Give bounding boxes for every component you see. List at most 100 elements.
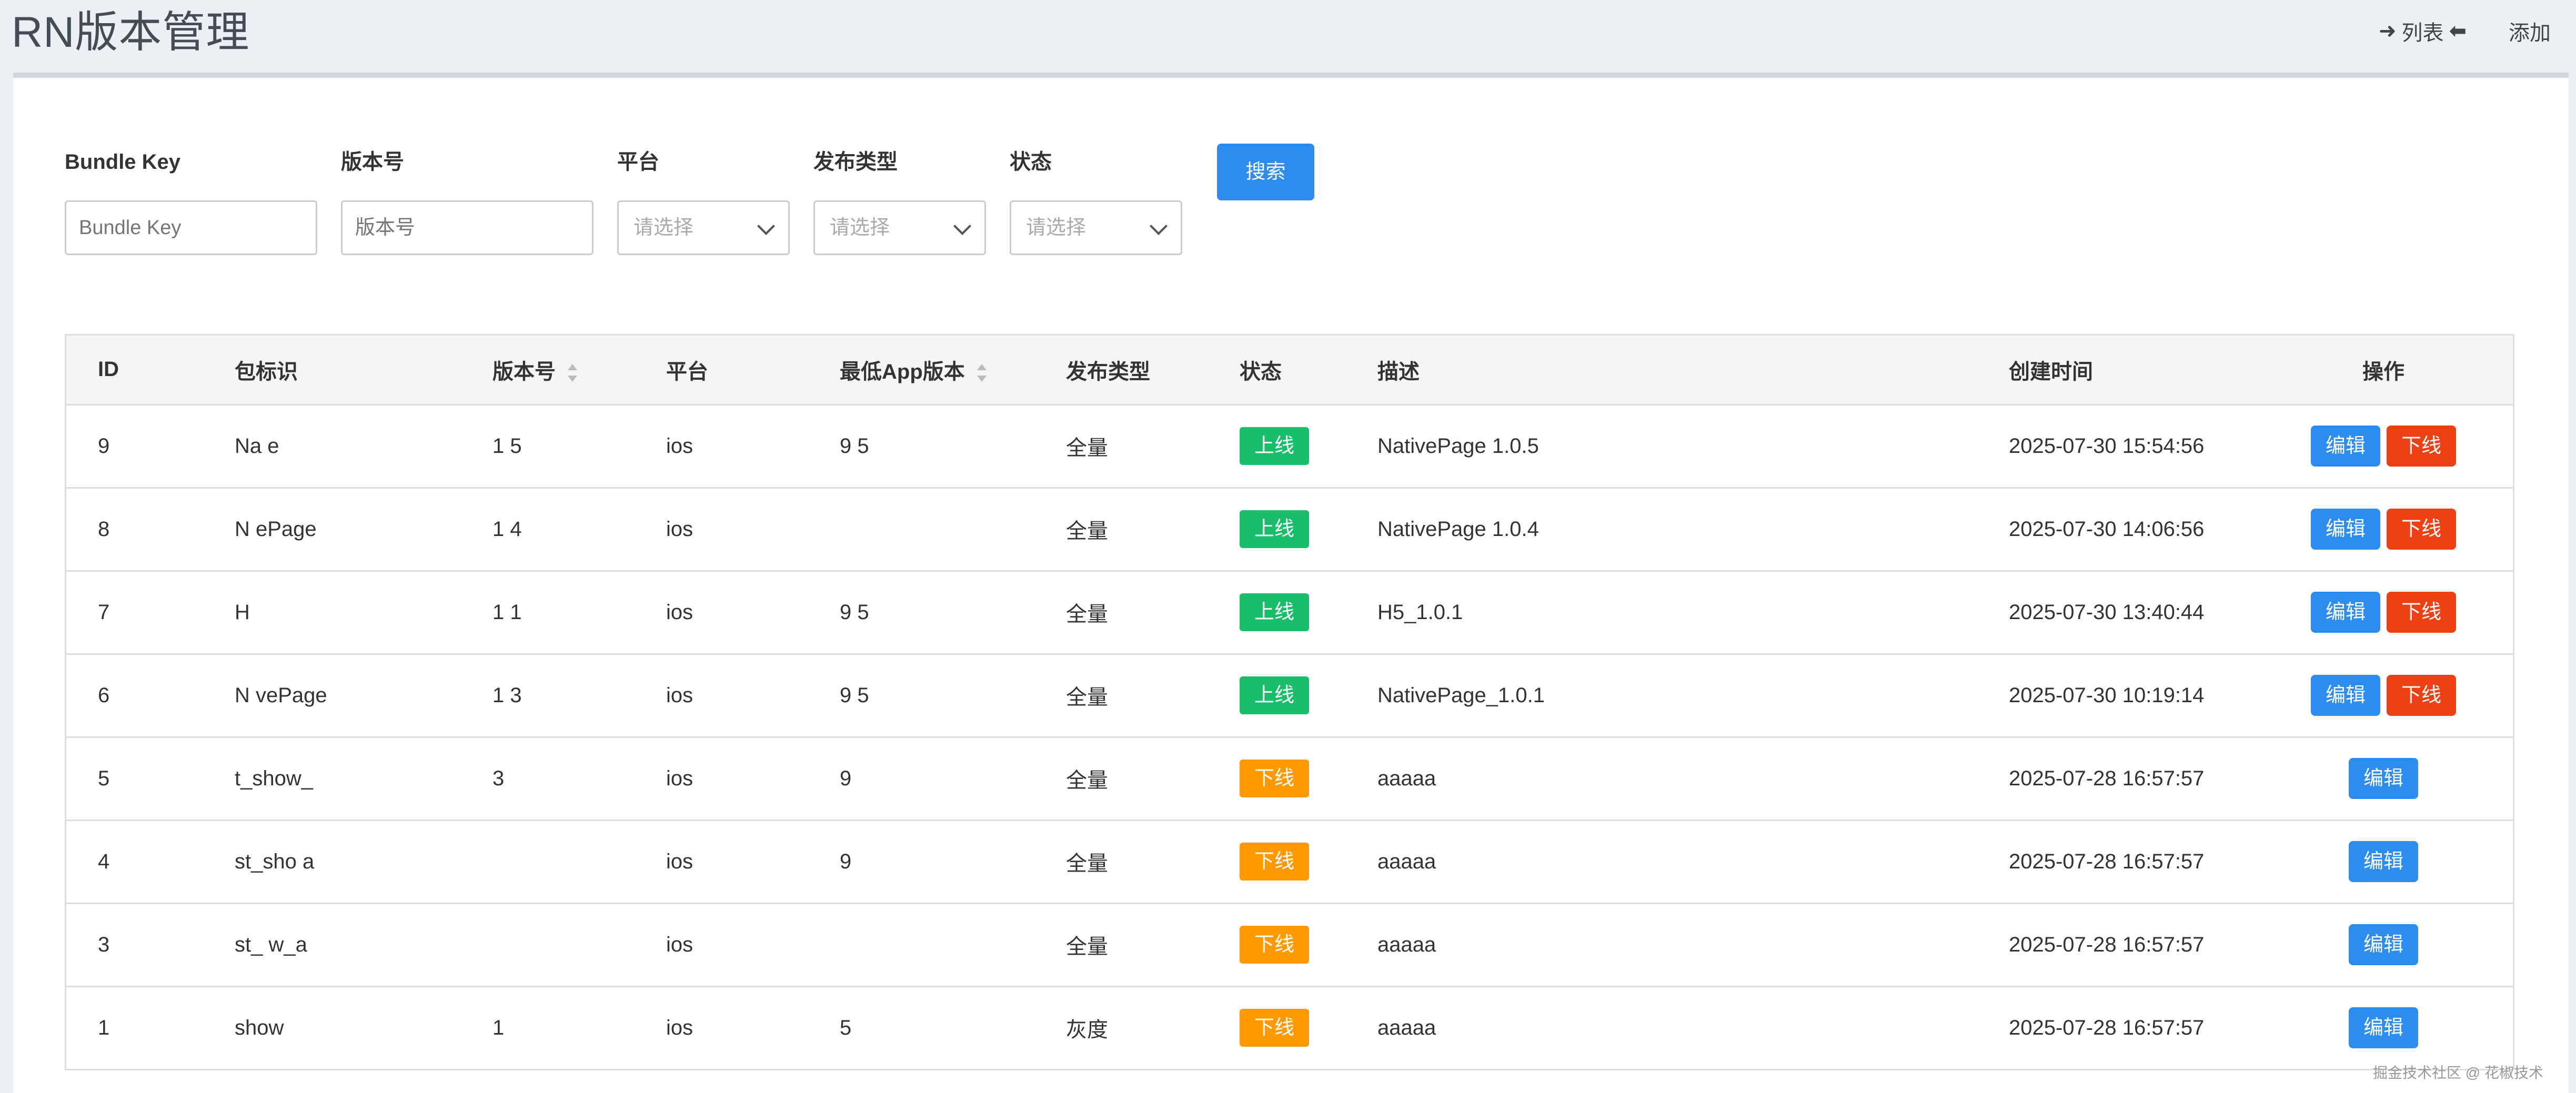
cell-platform: ios bbox=[635, 571, 808, 655]
arrow-right-icon: ➜ bbox=[2378, 19, 2397, 43]
offline-button[interactable]: 下线 bbox=[2387, 592, 2456, 633]
bundle-key-input[interactable] bbox=[65, 200, 317, 255]
select-placeholder: 请选择 bbox=[633, 217, 694, 239]
filter-form: Bundle Key 版本号 平台 请选择 发布类型 请选择 状态 请选择 bbox=[65, 144, 1643, 330]
filter-version: 版本号 bbox=[341, 146, 593, 255]
cell-release-type: 全量 bbox=[1034, 571, 1208, 655]
status-badge: 下线 bbox=[1240, 760, 1310, 797]
status-badge: 上线 bbox=[1240, 676, 1310, 714]
cell-status: 上线 bbox=[1208, 571, 1346, 655]
edit-button[interactable]: 编辑 bbox=[2311, 592, 2380, 633]
select-placeholder: 请选择 bbox=[830, 217, 890, 239]
cell-min-app bbox=[808, 903, 1034, 987]
cell-desc: H5_1.0.1 bbox=[1346, 571, 1977, 655]
cell-version: 1 1 bbox=[461, 571, 635, 655]
cell-desc: NativePage 1.0.5 bbox=[1346, 404, 1977, 489]
cell-status: 上线 bbox=[1208, 488, 1346, 572]
offline-button[interactable]: 下线 bbox=[2387, 675, 2456, 716]
cell-bundle: st_ w_a bbox=[203, 903, 461, 987]
platform-select[interactable]: 请选择 bbox=[617, 200, 790, 255]
col-version[interactable]: 版本号 bbox=[461, 336, 635, 406]
version-input[interactable] bbox=[341, 200, 593, 255]
table-row: 8N ePage 1 4 ios 全量 上线 NativePage 1.0.4 2025-0… bbox=[66, 488, 2513, 572]
edit-button[interactable]: 编辑 bbox=[2311, 675, 2380, 716]
table-row: 4 st_sho a ios 9 全量 下线 aaaaa 2025-07-28 16:57:5… bbox=[66, 820, 2513, 904]
cell-version: 1 5 bbox=[461, 404, 635, 489]
cell-version: 1 3 bbox=[461, 654, 635, 738]
edit-button[interactable]: 编辑 bbox=[2349, 924, 2418, 965]
filter-label: 平台 bbox=[617, 150, 659, 174]
cell-id: 1 bbox=[66, 986, 203, 1069]
header-actions: ➜ 列表 ⬅ 添加 bbox=[2379, 16, 2551, 46]
page-title: RN版本管理 bbox=[12, 8, 250, 56]
cell-status: 上线 bbox=[1208, 654, 1346, 738]
cell-min-app: 9 5 bbox=[808, 571, 1034, 655]
cell-status: 下线 bbox=[1208, 737, 1346, 821]
cell-desc: NativePage 1.0.4 bbox=[1346, 488, 1977, 572]
cell-min-app: 9 5 bbox=[808, 654, 1034, 738]
edit-button[interactable]: 编辑 bbox=[2349, 758, 2418, 799]
col-min-app[interactable]: 最低App版本 bbox=[808, 336, 1034, 406]
edit-button[interactable]: 编辑 bbox=[2311, 426, 2380, 467]
cell-created: 2025-07-30 14:06:56 bbox=[1977, 488, 2251, 572]
cell-version bbox=[461, 820, 635, 904]
table-row: 3 st_ w_a ios 全量 下线 aaaaa 2025-07-28 16:57:57 编… bbox=[66, 903, 2513, 987]
filter-label: 版本号 bbox=[341, 150, 404, 174]
cell-bundle: Na e bbox=[203, 404, 461, 489]
edit-button[interactable]: 编辑 bbox=[2349, 1007, 2418, 1048]
cell-created: 2025-07-30 15:54:56 bbox=[1977, 404, 2251, 489]
col-bundle: 包标识 bbox=[203, 336, 461, 406]
status-badge: 下线 bbox=[1240, 926, 1310, 964]
cell-desc: aaaaa bbox=[1346, 820, 1977, 904]
table-row: 5 t_show_ 3 ios 9 全量 下线 aaaaa 2025-07-28 16:57:5… bbox=[66, 737, 2513, 821]
cell-created: 2025-07-28 16:57:57 bbox=[1977, 820, 2251, 904]
cell-min-app: 5 bbox=[808, 986, 1034, 1069]
cell-release-type: 全量 bbox=[1034, 404, 1208, 489]
cell-bundle: H bbox=[203, 571, 461, 655]
add-link[interactable]: 添加 bbox=[2509, 16, 2551, 46]
cell-min-app bbox=[808, 488, 1034, 572]
cell-platform: ios bbox=[635, 903, 808, 987]
cell-release-type: 灰度 bbox=[1034, 986, 1208, 1069]
release-type-select[interactable]: 请选择 bbox=[813, 200, 986, 255]
cell-actions: 编辑 下线 bbox=[2251, 654, 2513, 738]
cell-id: 3 bbox=[66, 903, 203, 987]
cell-release-type: 全量 bbox=[1034, 737, 1208, 821]
cell-actions: 编辑 bbox=[2251, 820, 2513, 904]
cell-status: 下线 bbox=[1208, 903, 1346, 987]
cell-id: 6 bbox=[66, 654, 203, 738]
col-actions: 操作 bbox=[2251, 336, 2513, 406]
list-link[interactable]: ➜ 列表 ⬅ bbox=[2379, 16, 2467, 46]
cell-desc: aaaaa bbox=[1346, 903, 1977, 987]
col-version-label: 版本号 bbox=[492, 360, 556, 383]
cell-platform: ios bbox=[635, 986, 808, 1069]
sort-icon[interactable] bbox=[567, 364, 577, 382]
status-badge: 下线 bbox=[1240, 1009, 1310, 1047]
cell-actions: 编辑 bbox=[2251, 737, 2513, 821]
edit-button[interactable]: 编辑 bbox=[2311, 509, 2380, 550]
cell-platform: ios bbox=[635, 488, 808, 572]
content-card: Bundle Key 版本号 平台 请选择 发布类型 请选择 状态 请选择 bbox=[13, 73, 2569, 1093]
cell-platform: ios bbox=[635, 737, 808, 821]
col-status: 状态 bbox=[1208, 336, 1346, 406]
cell-id: 5 bbox=[66, 737, 203, 821]
cell-bundle: st_sho a bbox=[203, 820, 461, 904]
filter-label: 状态 bbox=[1010, 150, 1052, 174]
arrow-left-icon: ⬅ bbox=[2449, 19, 2467, 43]
cell-release-type: 全量 bbox=[1034, 903, 1208, 987]
cell-bundle: show bbox=[203, 986, 461, 1069]
edit-button[interactable]: 编辑 bbox=[2349, 841, 2418, 882]
cell-version: 3 bbox=[461, 737, 635, 821]
offline-button[interactable]: 下线 bbox=[2387, 509, 2456, 550]
status-badge: 上线 bbox=[1240, 427, 1310, 465]
offline-button[interactable]: 下线 bbox=[2387, 426, 2456, 467]
sort-icon[interactable] bbox=[977, 364, 987, 382]
filter-label: 发布类型 bbox=[813, 150, 898, 174]
status-badge: 上线 bbox=[1240, 510, 1310, 548]
cell-id: 9 bbox=[66, 404, 203, 489]
cell-platform: ios bbox=[635, 820, 808, 904]
search-button[interactable]: 搜索 bbox=[1217, 144, 1314, 200]
status-select[interactable]: 请选择 bbox=[1010, 200, 1182, 255]
col-release-type: 发布类型 bbox=[1034, 336, 1208, 406]
cell-release-type: 全量 bbox=[1034, 820, 1208, 904]
